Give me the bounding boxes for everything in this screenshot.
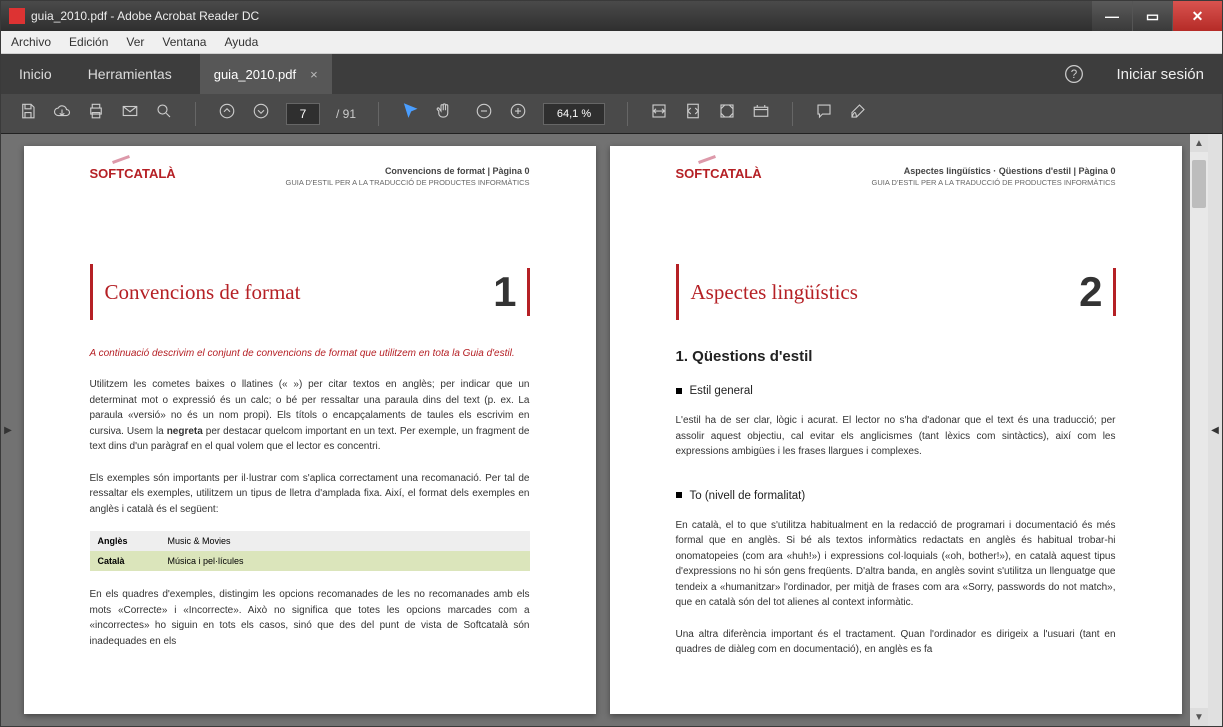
right-panel-toggle[interactable]: ◀ bbox=[1208, 134, 1222, 726]
logo: SOFTCATALÀ bbox=[90, 166, 176, 181]
page-hdr-line1: Convencions de format | Pàgina 0 bbox=[286, 166, 530, 176]
scroll-track[interactable] bbox=[1190, 152, 1208, 708]
email-icon[interactable] bbox=[121, 102, 139, 125]
search-icon[interactable] bbox=[155, 102, 173, 125]
tab-home[interactable]: Inicio bbox=[1, 54, 70, 94]
tab-tools[interactable]: Herramientas bbox=[70, 54, 190, 94]
example-table: AnglèsMusic & Movies CatalàMúsica i pel·… bbox=[90, 531, 530, 571]
zoom-in-icon[interactable] bbox=[509, 102, 527, 125]
signin-button[interactable]: Iniciar sesión bbox=[1098, 54, 1222, 94]
page-total-label: / 91 bbox=[336, 107, 356, 121]
chapter-title: Convencions de format bbox=[105, 280, 301, 305]
intro-text: A continuació descrivim el conjunt de co… bbox=[90, 346, 530, 361]
sign-icon[interactable] bbox=[849, 102, 867, 125]
tab-document-label: guia_2010.pdf bbox=[214, 67, 296, 82]
read-mode-icon[interactable] bbox=[752, 102, 770, 125]
subsection-heading: Estil general bbox=[676, 385, 1116, 397]
window-controls: — ▭ ✕ bbox=[1092, 1, 1222, 31]
toolbar: / 91 bbox=[1, 94, 1222, 134]
chapter-number: 1 bbox=[493, 268, 529, 316]
page-viewport[interactable]: SOFTCATALÀ Convencions de format | Pàgin… bbox=[15, 134, 1190, 726]
menu-ver[interactable]: Ver bbox=[126, 35, 144, 49]
scroll-thumb[interactable] bbox=[1192, 160, 1206, 208]
close-button[interactable]: ✕ bbox=[1172, 1, 1222, 31]
page-down-icon[interactable] bbox=[252, 102, 270, 125]
zoom-out-icon[interactable] bbox=[475, 102, 493, 125]
document-area: ▶ SOFTCATALÀ Convencions de format | Pàg… bbox=[1, 134, 1222, 726]
body-paragraph: L'estil ha de ser clar, lògic i acurat. … bbox=[676, 413, 1116, 460]
vertical-scrollbar[interactable]: ▲ ▼ bbox=[1190, 134, 1208, 726]
scroll-up-icon[interactable]: ▲ bbox=[1190, 134, 1208, 152]
hand-tool-icon[interactable] bbox=[435, 102, 453, 125]
section-heading: 1. Qüestions d'estil bbox=[676, 348, 1116, 365]
page-hdr-line1: Aspectes lingüístics · Qüestions d'estil… bbox=[872, 166, 1116, 176]
titlebar: guia_2010.pdf - Adobe Acrobat Reader DC … bbox=[1, 1, 1222, 31]
logo: SOFTCATALÀ bbox=[676, 166, 762, 181]
page-hdr-line2: GUIA D'ESTIL PER A LA TRADUCCIÓ DE PRODU… bbox=[872, 178, 1116, 187]
close-tab-icon[interactable]: × bbox=[310, 67, 318, 82]
save-icon[interactable] bbox=[19, 102, 37, 125]
pdf-page-left: SOFTCATALÀ Convencions de format | Pàgin… bbox=[24, 146, 596, 714]
menu-ventana[interactable]: Ventana bbox=[162, 35, 206, 49]
table-row: AnglèsMusic & Movies bbox=[90, 531, 530, 551]
print-icon[interactable] bbox=[87, 102, 105, 125]
zoom-input[interactable] bbox=[543, 103, 605, 125]
selection-tool-icon[interactable] bbox=[401, 102, 419, 125]
window-title: guia_2010.pdf - Adobe Acrobat Reader DC bbox=[31, 9, 1092, 23]
body-paragraph: En els quadres d'exemples, distingim les… bbox=[90, 587, 530, 649]
page-up-icon[interactable] bbox=[218, 102, 236, 125]
app-icon bbox=[9, 8, 25, 24]
menubar: Archivo Edición Ver Ventana Ayuda bbox=[1, 31, 1222, 54]
table-row: CatalàMúsica i pel·lícules bbox=[90, 551, 530, 571]
maximize-button[interactable]: ▭ bbox=[1132, 1, 1172, 31]
chapter-title: Aspectes lingüístics bbox=[691, 280, 858, 305]
left-panel-toggle[interactable]: ▶ bbox=[1, 134, 15, 726]
subsection-heading: To (nivell de formalitat) bbox=[676, 490, 1116, 502]
fit-width-icon[interactable] bbox=[650, 102, 668, 125]
page-hdr-line2: GUIA D'ESTIL PER A LA TRADUCCIÓ DE PRODU… bbox=[286, 178, 530, 187]
fullscreen-icon[interactable] bbox=[718, 102, 736, 125]
pdf-page-right: SOFTCATALÀ Aspectes lingüístics · Qüesti… bbox=[610, 146, 1182, 714]
comment-icon[interactable] bbox=[815, 102, 833, 125]
fit-page-icon[interactable] bbox=[684, 102, 702, 125]
minimize-button[interactable]: — bbox=[1092, 1, 1132, 31]
chapter-number: 2 bbox=[1079, 268, 1115, 316]
body-paragraph: Els exemples són importants per il·lustr… bbox=[90, 471, 530, 518]
menu-archivo[interactable]: Archivo bbox=[11, 35, 51, 49]
page-number-input[interactable] bbox=[286, 103, 320, 125]
scroll-down-icon[interactable]: ▼ bbox=[1190, 708, 1208, 726]
help-icon[interactable]: ? bbox=[1050, 54, 1098, 94]
cloud-icon[interactable] bbox=[53, 102, 71, 125]
menu-edicion[interactable]: Edición bbox=[69, 35, 108, 49]
svg-text:?: ? bbox=[1071, 68, 1078, 81]
menu-ayuda[interactable]: Ayuda bbox=[224, 35, 258, 49]
body-paragraph: En català, el to que s'utilitza habitual… bbox=[676, 518, 1116, 611]
body-paragraph: Una altra diferència important és el tra… bbox=[676, 627, 1116, 658]
tab-document[interactable]: guia_2010.pdf × bbox=[200, 54, 332, 94]
tabbar: Inicio Herramientas guia_2010.pdf × ? In… bbox=[1, 54, 1222, 94]
body-paragraph: Utilitzem les cometes baixes o llatines … bbox=[90, 377, 530, 455]
